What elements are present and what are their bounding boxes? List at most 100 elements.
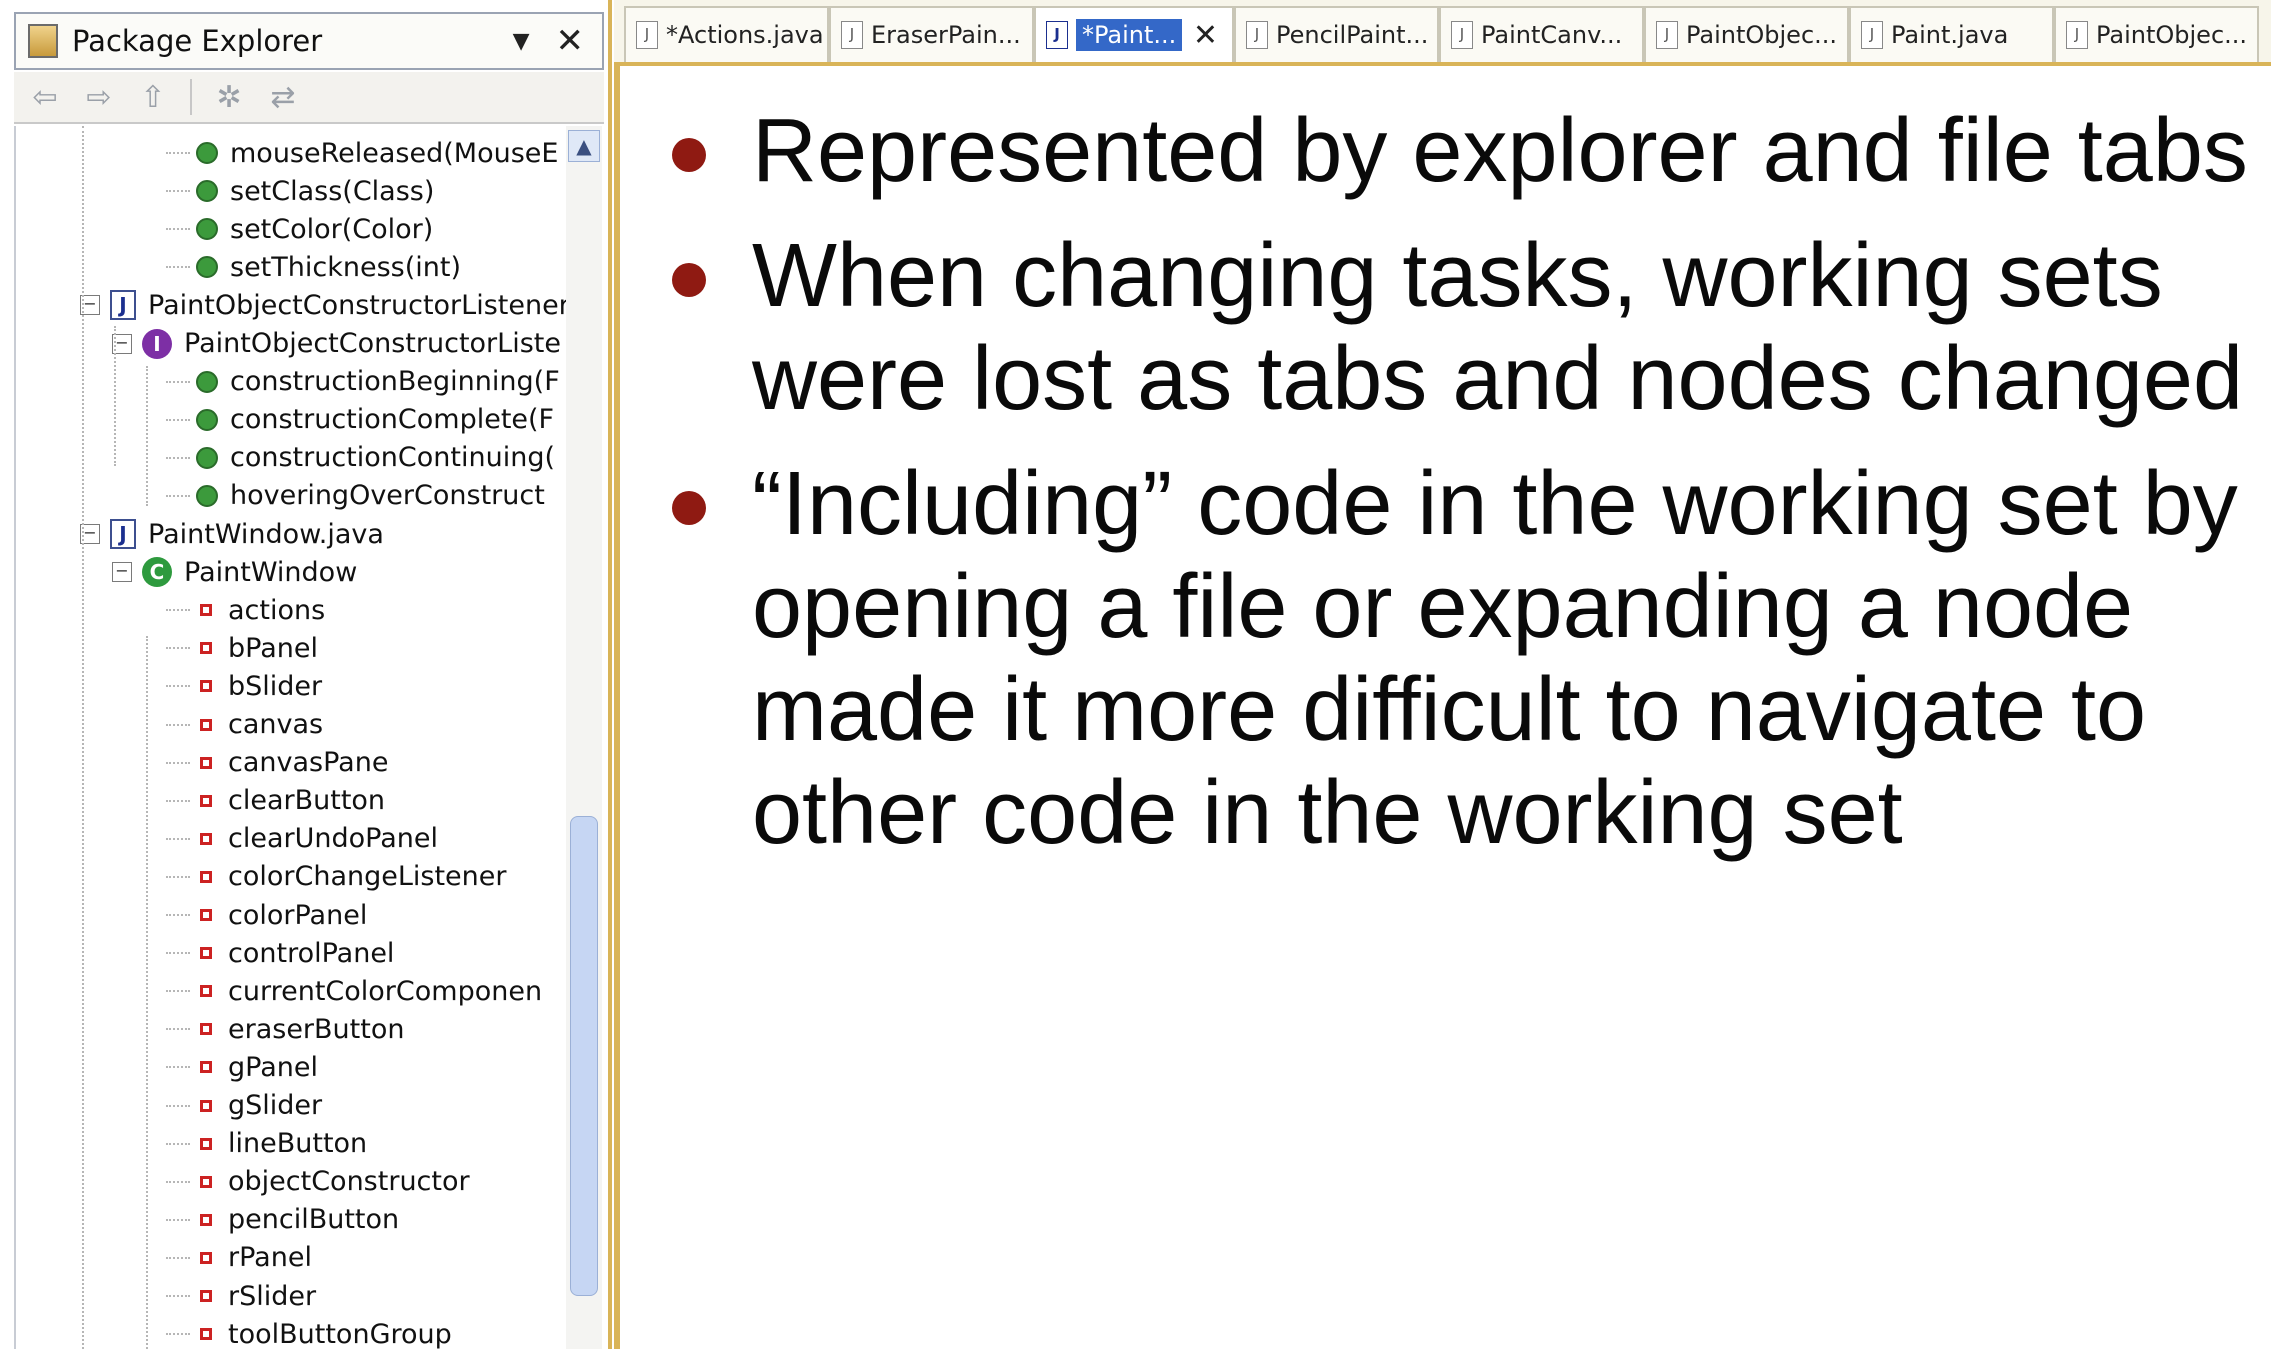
tree-node-field[interactable]: colorChangeListener (166, 858, 507, 896)
tree-node-field[interactable]: colorPanel (166, 896, 367, 934)
tree-node-label: gPanel (228, 1051, 318, 1083)
tree-node-label: rPanel (228, 1242, 312, 1274)
tree-node-label: hoveringOverConstruct (230, 480, 545, 512)
tree-node-field[interactable]: objectConstructor (166, 1163, 470, 1201)
tree-connector (166, 380, 190, 383)
up-folder-icon[interactable]: ⇧ (136, 80, 170, 115)
private-field-icon (200, 756, 212, 769)
tree-connector (166, 609, 190, 612)
tree-connector (166, 418, 190, 421)
tree-node-field[interactable]: lineButton (166, 1125, 367, 1163)
tree-node-field[interactable]: currentColorComponen (166, 972, 542, 1010)
interface-icon: I (142, 328, 172, 359)
tab-label: PaintCanv... (1481, 21, 1623, 49)
scroll-up-button[interactable]: ▲ (568, 130, 600, 162)
tree-connector (166, 1333, 190, 1336)
tree-node-field[interactable]: actions (166, 591, 325, 629)
package-explorer-panel: Package Explorer ▼ ✕ ⇦ ⇨ ⇧ ✲ ⇄ mouseReleased… (0, 0, 612, 1349)
tree-node-field[interactable]: bPanel (166, 629, 318, 667)
tree-node-label: currentColorComponen (228, 975, 543, 1007)
tree-node-method[interactable]: constructionComplete(F (166, 401, 554, 439)
tree-guide-line (146, 636, 148, 1349)
editor-tab[interactable]: J PaintCanv... (1439, 6, 1644, 62)
tree-connector (166, 1104, 190, 1107)
public-method-icon (196, 256, 218, 279)
tree-node-field[interactable]: rPanel (166, 1239, 312, 1277)
tree-connector (166, 266, 190, 269)
forward-arrow-icon[interactable]: ⇨ (82, 80, 116, 115)
tree-node-field[interactable]: toolButtonGroup (166, 1315, 452, 1349)
editor-tab-bar: J *Actions.java J EraserPain... J *Paint... ✕ J… (614, 0, 2271, 66)
editor-tab[interactable]: J PencilPaint... (1234, 6, 1439, 62)
tree-node-label: pencilButton (228, 1204, 400, 1236)
package-tree: mouseReleased(MouseE setClass(Class) setCo… (14, 126, 566, 1349)
private-field-icon (200, 870, 212, 883)
chevron-down-icon[interactable]: ▼ (513, 29, 530, 54)
public-method-icon (196, 180, 218, 203)
tree-connector (166, 1295, 190, 1297)
tree-node-label: PaintWindow (184, 556, 358, 588)
public-method-icon (196, 484, 218, 507)
tree-node-method[interactable]: setClass(Class) (166, 172, 434, 210)
java-file-icon: J (110, 290, 136, 321)
private-field-icon (200, 1213, 212, 1226)
close-explorer-button[interactable]: ✕ (556, 21, 585, 61)
link-editor-icon[interactable]: ⇄ (266, 80, 300, 115)
tree-node-label: lineButton (228, 1128, 368, 1160)
private-field-icon (200, 832, 212, 845)
editor-tab[interactable]: J Paint.java (1849, 6, 2054, 62)
tree-node-method[interactable]: setThickness(int) (166, 248, 461, 286)
tree-node-label: PaintWindow.java (148, 518, 384, 550)
tree-node-interface[interactable]: − I PaintObjectConstructorListe (112, 325, 561, 363)
tab-label: PaintObjec... (1686, 21, 1838, 49)
tree-node-class[interactable]: − C PaintWindow (112, 553, 357, 591)
tree-node-method[interactable]: setColor(Color) (166, 210, 433, 248)
editor-tab[interactable]: J *Actions.java (624, 6, 829, 62)
scroll-thumb[interactable] (570, 816, 598, 1296)
tree-node-field[interactable]: rSlider (166, 1277, 316, 1315)
tree-connector (166, 990, 190, 993)
editor-tab[interactable]: J *Paint... ✕ (1034, 6, 1234, 62)
close-tab-button[interactable]: ✕ (1193, 18, 1218, 53)
tree-node-field[interactable]: bSlider (166, 667, 322, 705)
tree-node-field[interactable]: pencilButton (166, 1201, 399, 1239)
tree-node-field[interactable]: canvas (166, 706, 323, 744)
tree-scrollbar[interactable]: ▲ (566, 126, 602, 1349)
collapse-all-icon[interactable]: ✲ (212, 80, 246, 115)
bullet-text: Represented by explorer and file tabs (752, 101, 2248, 201)
tree-node-file[interactable]: − J PaintObjectConstructorListener (80, 286, 566, 324)
bullet-text: When changing tasks, working sets were l… (752, 226, 2244, 429)
tree-node-field[interactable]: gPanel (166, 1048, 318, 1086)
private-field-icon (200, 1061, 212, 1074)
tree-node-field[interactable]: canvasPane (166, 744, 388, 782)
tab-label: PaintObjec... (2096, 21, 2248, 49)
tree-node-method[interactable]: constructionBeginning(F (166, 363, 560, 401)
tree-connector (166, 1028, 190, 1031)
tree-node-label: canvas (228, 709, 324, 740)
tree-node-method[interactable]: mouseReleased(MouseE (166, 134, 558, 172)
tree-node-field[interactable]: controlPanel (166, 934, 394, 972)
public-method-icon (196, 408, 218, 431)
back-arrow-icon[interactable]: ⇦ (28, 80, 62, 115)
tree-node-label: clearButton (228, 785, 386, 817)
editor-tab[interactable]: J PaintObjec... (1644, 6, 1849, 62)
tree-node-method[interactable]: hoveringOverConstruct (166, 477, 545, 515)
tree-connector (166, 152, 190, 154)
tree-node-method[interactable]: constructionContinuing( (166, 439, 555, 477)
tree-node-file[interactable]: − J PaintWindow.java (80, 515, 384, 553)
java-file-icon: J (1246, 21, 1268, 49)
java-file-icon: J (841, 21, 863, 49)
tree-node-field[interactable]: clearButton (166, 782, 385, 820)
bullet-text: “Including” code in the working set by o… (752, 454, 2238, 863)
tree-node-field[interactable]: gSlider (166, 1087, 322, 1125)
tree-node-label: controlPanel (228, 937, 395, 969)
tree-connector (166, 647, 190, 650)
tree-connector (166, 1218, 190, 1221)
tree-node-field[interactable]: clearUndoPanel (166, 820, 438, 858)
editor-tab[interactable]: J PaintObjec... (2054, 6, 2259, 62)
tree-node-field[interactable]: eraserButton (166, 1010, 404, 1048)
tree-node-label: colorPanel (228, 899, 368, 931)
private-field-icon (200, 947, 212, 960)
collapse-toggle-icon[interactable]: − (112, 562, 132, 583)
editor-tab[interactable]: J EraserPain... (829, 6, 1034, 62)
